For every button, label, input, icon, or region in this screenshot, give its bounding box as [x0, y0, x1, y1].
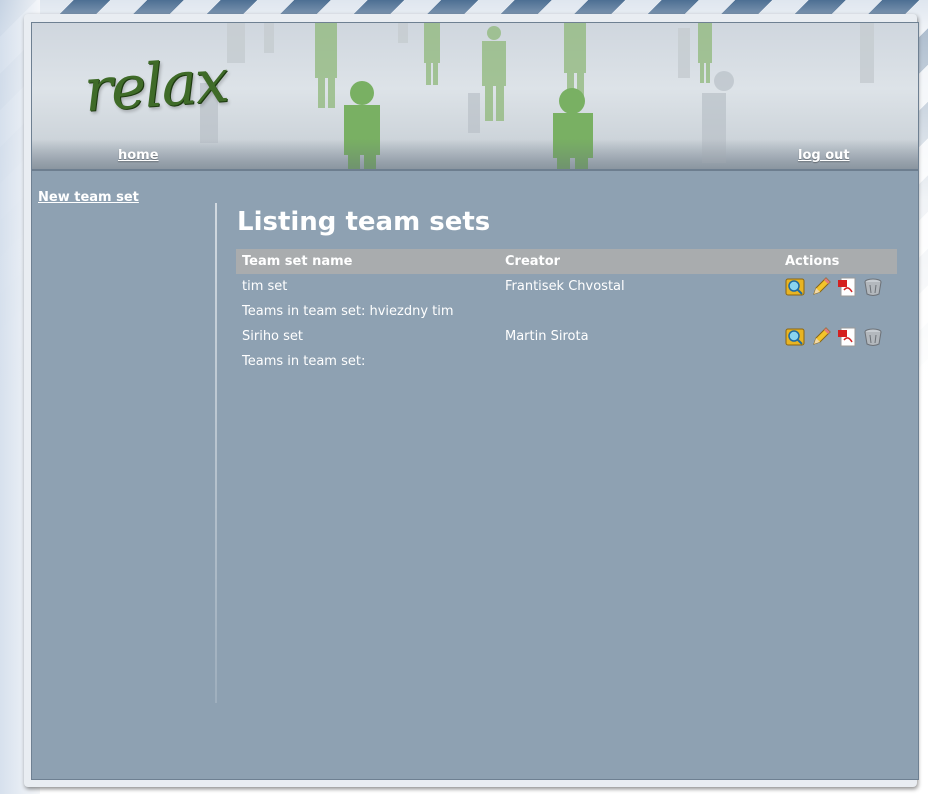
nav-home-link[interactable]: home — [118, 148, 159, 163]
team-set-name: tim set — [242, 279, 288, 294]
show-icon[interactable] — [785, 277, 805, 297]
table-row: Siriho set Martin Sirota — [236, 324, 897, 349]
delete-icon[interactable] — [863, 327, 883, 347]
column-header-actions: Actions — [779, 249, 897, 274]
edit-icon[interactable] — [811, 276, 831, 297]
column-header-creator: Creator — [499, 249, 779, 274]
teams-in-set: Teams in team set: hviezdny tim — [242, 304, 454, 319]
pdf-icon[interactable] — [837, 277, 857, 297]
row-actions — [779, 324, 897, 349]
sidebar-divider — [215, 203, 217, 703]
edit-icon[interactable] — [811, 326, 831, 347]
team-sets-table: Team set name Creator Actions tim set Fr… — [236, 249, 897, 374]
new-team-set-link[interactable]: New team set — [38, 190, 139, 205]
relax-logo: relax — [81, 46, 230, 126]
pdf-icon[interactable] — [837, 327, 857, 347]
header-banner: relax home log out — [32, 23, 918, 171]
table-row: tim set Frantisek Chvostal — [236, 274, 897, 299]
delete-icon[interactable] — [863, 277, 883, 297]
team-set-creator: Frantisek Chvostal — [505, 279, 625, 294]
table-row: Teams in team set: hviezdny tim — [236, 299, 897, 324]
nav-logout-link[interactable]: log out — [798, 148, 850, 163]
teams-in-set: Teams in team set: — [242, 354, 366, 369]
show-icon[interactable] — [785, 327, 805, 347]
team-set-creator: Martin Sirota — [505, 329, 589, 344]
row-actions — [779, 274, 897, 299]
team-set-name: Siriho set — [242, 329, 304, 344]
header-shade — [32, 139, 918, 169]
content-panel: relax home log out New team set Listing … — [31, 22, 919, 780]
table-row: Teams in team set: — [236, 349, 897, 374]
column-header-name: Team set name — [236, 249, 499, 274]
table-header-row: Team set name Creator Actions — [236, 249, 897, 274]
page-title: Listing team sets — [237, 207, 491, 237]
